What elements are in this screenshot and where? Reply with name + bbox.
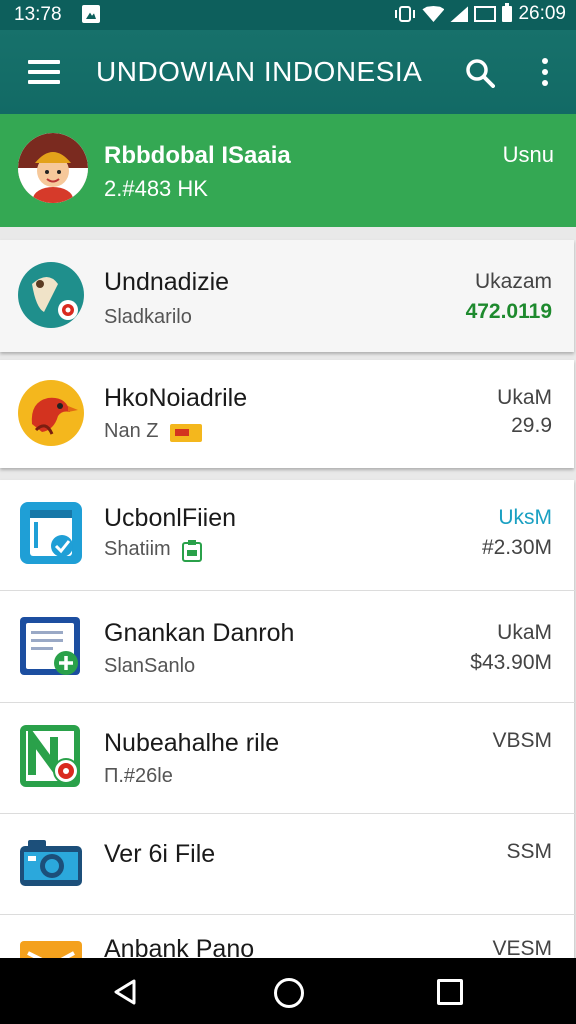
user-avatar-icon: [18, 133, 88, 203]
signal-icon: [450, 6, 469, 22]
item-title: Nubeahalhe rile: [104, 729, 280, 757]
account-name: Rbbdobal ISaaia: [104, 142, 291, 169]
vibrate-icon: [395, 6, 416, 22]
list-item[interactable]: Ver 6i File SSM: [0, 814, 574, 914]
item-right-top: UksM: [498, 506, 552, 529]
item-right-bottom: 472.0119: [465, 300, 552, 323]
item-right-bottom: #2.30M: [481, 536, 552, 559]
account-detail: 2.#483 HK: [104, 176, 208, 201]
item-right-top: SSM: [506, 840, 552, 863]
item-subtitle-row: Shatiim: [104, 538, 203, 563]
navigation-bar: [0, 958, 576, 1024]
item-subtitle: П.#26le: [104, 765, 173, 787]
item-right-top: UkaM: [497, 621, 552, 644]
item-right-top: Ukazam: [474, 270, 552, 293]
avatar: [18, 133, 88, 203]
file-check-icon: [20, 502, 82, 564]
gallery-notification-icon: [82, 5, 100, 23]
account-header[interactable]: Rbbdobal ISaaia 2.#483 HK Usnu: [0, 114, 576, 227]
search-icon[interactable]: [465, 58, 495, 88]
recent-apps-icon[interactable]: [437, 979, 463, 1005]
item-subtitle: Shatiim: [104, 538, 171, 560]
folder-tag-icon: [169, 423, 202, 442]
item-title: Ver 6i File: [104, 840, 216, 868]
list-item[interactable]: Nubeahalhe rile П.#26le VBSM: [0, 703, 574, 813]
item-subtitle: Nan Z: [104, 420, 159, 442]
item-title: Anbank Pano: [104, 935, 255, 958]
battery-icon: [502, 3, 513, 22]
item-title: Undnadizie: [104, 268, 230, 296]
data-icon: [474, 6, 497, 22]
home-icon[interactable]: [274, 978, 304, 1008]
item-title: HkoNoiadrile: [104, 384, 248, 412]
item-subtitle: Sladkarilo: [104, 306, 192, 328]
folder-icon: [20, 941, 82, 958]
camera-icon: [20, 840, 82, 886]
list-item[interactable]: Anbank Pano VESM: [0, 915, 574, 958]
clipboard-icon: [182, 539, 203, 562]
status-right-time: 26:09: [518, 3, 566, 24]
bird-app-icon: [18, 380, 84, 446]
item-subtitle: SlanSanlo: [104, 655, 196, 677]
status-bar: 13:78 26:09: [0, 0, 576, 30]
app-bar: UNDOWIAN INDONESIA: [0, 30, 576, 114]
more-options-icon[interactable]: [540, 58, 550, 88]
list-item[interactable]: Undnadizie Sladkarilo Ukazam 472.0119: [0, 240, 574, 352]
item-right-bottom: 29.9: [511, 414, 552, 437]
item-subtitle-row: Nan Z: [104, 420, 203, 444]
item-right-top: VBSM: [492, 729, 552, 752]
item-right-bottom: $43.90M: [470, 651, 552, 674]
list-item[interactable]: UcbonlFiien Shatiim UksM #2.30M: [0, 480, 574, 590]
status-icons: 26:09: [394, 3, 566, 25]
android-app-icon: [18, 262, 84, 328]
item-title: Gnankan Danroh: [104, 619, 295, 647]
account-right-label: Usnu: [502, 142, 554, 167]
item-right-top: UkaM: [497, 386, 552, 409]
app-title: UNDOWIAN INDONESIA: [96, 56, 423, 87]
status-time: 13:78: [14, 4, 62, 25]
item-right-top: VESM: [492, 937, 552, 958]
document-add-icon: [20, 617, 80, 675]
list-item[interactable]: HkoNoiadrile Nan Z UkaM 29.9: [0, 360, 574, 468]
hamburger-menu-icon[interactable]: [28, 60, 60, 84]
item-title: UcbonlFiien: [104, 504, 237, 532]
back-icon[interactable]: [112, 978, 138, 1006]
list-item[interactable]: Gnankan Danroh SlanSanlo UkaM $43.90M: [0, 591, 574, 702]
file-group-card: UcbonlFiien Shatiim UksM #2.30M Gnankan …: [0, 480, 576, 958]
wifi-icon: [422, 6, 445, 22]
n-record-icon: [20, 724, 80, 787]
